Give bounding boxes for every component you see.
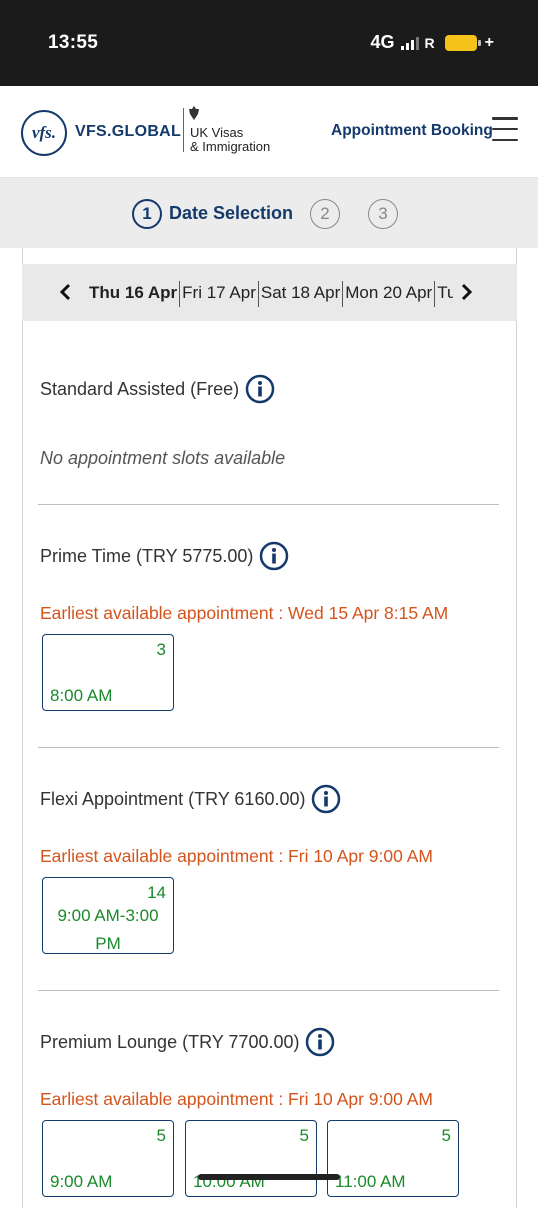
menu-icon[interactable] xyxy=(492,117,518,141)
slot-count: 5 xyxy=(299,1126,309,1145)
header-divider xyxy=(183,108,184,152)
vfs-logo-icon[interactable]: vfs. xyxy=(21,110,67,156)
step-3: 3 xyxy=(368,199,398,229)
info-icon[interactable] xyxy=(245,374,275,404)
date-tab[interactable]: Fri 17 Apr xyxy=(182,281,259,307)
time-slot[interactable]: 3 8:00 AM xyxy=(42,634,174,711)
slot-time: 9:00 AM xyxy=(50,1172,113,1191)
earliest-appointment: Earliest available appointment : Fri 10 … xyxy=(40,846,433,866)
crest-icon xyxy=(189,106,199,120)
time-slot[interactable]: 5 11:00 AM xyxy=(327,1120,459,1197)
charging-indicator: + xyxy=(484,33,494,51)
gesture-home-bar[interactable] xyxy=(198,1174,340,1180)
time-slot[interactable]: 5 9:00 AM xyxy=(42,1120,174,1197)
info-icon[interactable] xyxy=(259,541,289,571)
network-type: 4G xyxy=(370,32,395,52)
section-title-flexi: Flexi Appointment (TRY 6160.00) xyxy=(40,784,341,814)
section-title-prime: Prime Time (TRY 5775.00) xyxy=(40,541,289,571)
battery-icon xyxy=(444,34,481,51)
ukvi-logo-text: UK Visas & Immigration xyxy=(190,125,271,154)
step-2: 2 xyxy=(310,199,340,229)
date-tab[interactable]: Tue 21 Apr xyxy=(437,281,453,307)
date-tab[interactable]: Mon 20 Apr xyxy=(345,281,436,307)
date-navigation: Thu 16 Apr Fri 17 Apr Sat 18 Apr Mon 20 … xyxy=(22,264,517,321)
time-slot[interactable]: 5 10:00 AM xyxy=(185,1120,317,1197)
date-list: Thu 16 Apr Fri 17 Apr Sat 18 Apr Mon 20 … xyxy=(89,281,453,307)
signal-icon xyxy=(400,36,419,50)
earliest-appointment: Earliest available appointment : Wed 15 … xyxy=(40,603,449,623)
app-header: vfs. VFS.GLOBAL UK Visas & Immigration A… xyxy=(0,86,538,178)
no-slots-message: No appointment slots available xyxy=(40,448,286,468)
slot-count: 5 xyxy=(441,1126,451,1145)
date-tab[interactable]: Thu 16 Apr xyxy=(89,281,181,307)
section-divider xyxy=(38,990,499,991)
slot-count: 3 xyxy=(156,640,166,659)
page-title: Appointment Booking xyxy=(331,122,493,139)
info-icon[interactable] xyxy=(311,784,341,814)
status-time: 13:55 xyxy=(48,32,99,53)
slot-time: 11:00 AM xyxy=(335,1172,406,1191)
date-tab[interactable]: Sat 18 Apr xyxy=(261,281,344,307)
section-title-premium: Premium Lounge (TRY 7700.00) xyxy=(40,1027,335,1057)
chevron-left-icon[interactable] xyxy=(56,282,76,302)
section-title-standard: Standard Assisted (Free) xyxy=(40,374,275,404)
step-1: 1 xyxy=(132,199,162,229)
booking-stepper: 1 Date Selection 2 3 xyxy=(0,178,538,248)
section-divider xyxy=(38,504,499,505)
section-divider xyxy=(38,747,499,748)
slot-time: 9:00 AM-3:00 PM xyxy=(57,906,159,953)
time-slot[interactable]: 14 9:00 AM-3:00 PM xyxy=(42,877,174,954)
earliest-appointment: Earliest available appointment : Fri 10 … xyxy=(40,1089,433,1109)
slot-count: 5 xyxy=(156,1126,166,1145)
chevron-right-icon[interactable] xyxy=(456,282,476,302)
info-icon[interactable] xyxy=(305,1027,335,1057)
roaming-indicator: R xyxy=(424,34,435,51)
brand-name: VFS.GLOBAL xyxy=(75,123,182,140)
status-bar: 13:55 4G R + xyxy=(0,0,538,86)
step-1-label: Date Selection xyxy=(169,203,294,223)
status-icons: 4G R + xyxy=(371,32,494,53)
slot-time: 8:00 AM xyxy=(50,686,113,705)
slot-count: 14 xyxy=(147,883,166,902)
